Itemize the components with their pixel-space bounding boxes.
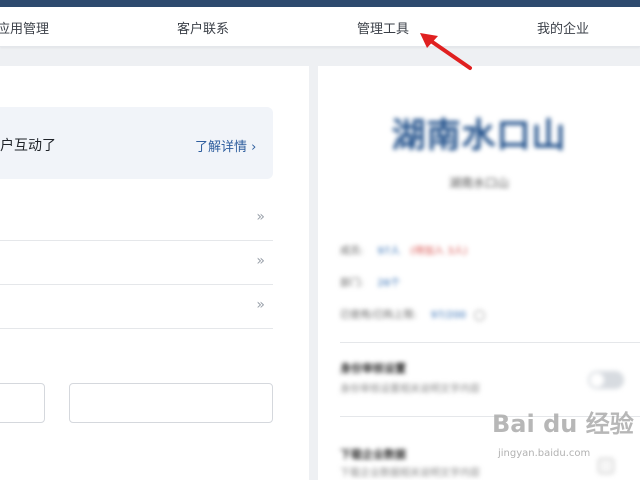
double-chevron-icon: » [256, 209, 265, 225]
info-label: 部门: [340, 278, 364, 289]
double-chevron-icon: » [256, 253, 265, 269]
usage-value: 97/200 [430, 310, 466, 321]
double-chevron-icon: » [256, 297, 265, 313]
red-arrow-icon [420, 33, 472, 70]
banner-text: 户互动了 [0, 138, 56, 154]
member-count-row: 成员: 97人 (待加入 3人) [340, 242, 467, 257]
list-item[interactable]: » [0, 197, 273, 241]
department-count-value[interactable]: 26个 [377, 278, 400, 289]
info-icon[interactable] [473, 309, 485, 321]
action-button[interactable] [69, 383, 273, 423]
divider [340, 342, 640, 343]
company-name: 湖南水口山 [391, 116, 567, 156]
setting-title: 下载企业数据 [340, 448, 406, 461]
info-banner: 户互动了 了解详情 › [0, 107, 273, 179]
top-accent-bar [0, 0, 640, 7]
setting-description: 身份审核设置相关说明文字内容 [340, 384, 480, 395]
learn-more-link[interactable]: 了解详情 › [195, 136, 256, 155]
info-label: 成员: [340, 246, 364, 257]
list-item[interactable]: » [0, 241, 273, 285]
company-subtitle: 湖南水口山 [448, 176, 509, 190]
nav-item-my-company[interactable]: 我的企业 [537, 18, 589, 37]
info-label: 已使用/已购上限: [340, 310, 417, 321]
usage-row: 已使用/已购上限: 97/200 [340, 306, 485, 321]
list-item[interactable]: » [0, 285, 273, 329]
pending-count: (待加入 3人) [410, 246, 468, 257]
department-count-row: 部门: 26个 [340, 274, 400, 289]
action-button[interactable] [0, 383, 45, 423]
top-navigation: 应用管理 客户联系 管理工具 我的企业 [0, 7, 640, 47]
setting-description: 下载企业数据相关说明文字内容 [340, 468, 480, 479]
toggle-knob [590, 373, 604, 387]
member-count-value[interactable]: 97人 [377, 246, 400, 257]
setting-title: 身份审核设置 [340, 362, 406, 375]
baidu-watermark: Bai du 经验 jingyan.baidu.com [492, 404, 640, 480]
nav-item-management-tools[interactable]: 管理工具 [357, 18, 409, 37]
watermark-url: jingyan.baidu.com [498, 448, 591, 459]
nav-item-app-management[interactable]: 应用管理 [0, 18, 49, 37]
setting-toggle[interactable] [588, 371, 624, 389]
watermark-logo: Bai du 经验 [492, 410, 634, 438]
nav-item-customer-contact[interactable]: 客户联系 [177, 18, 229, 37]
